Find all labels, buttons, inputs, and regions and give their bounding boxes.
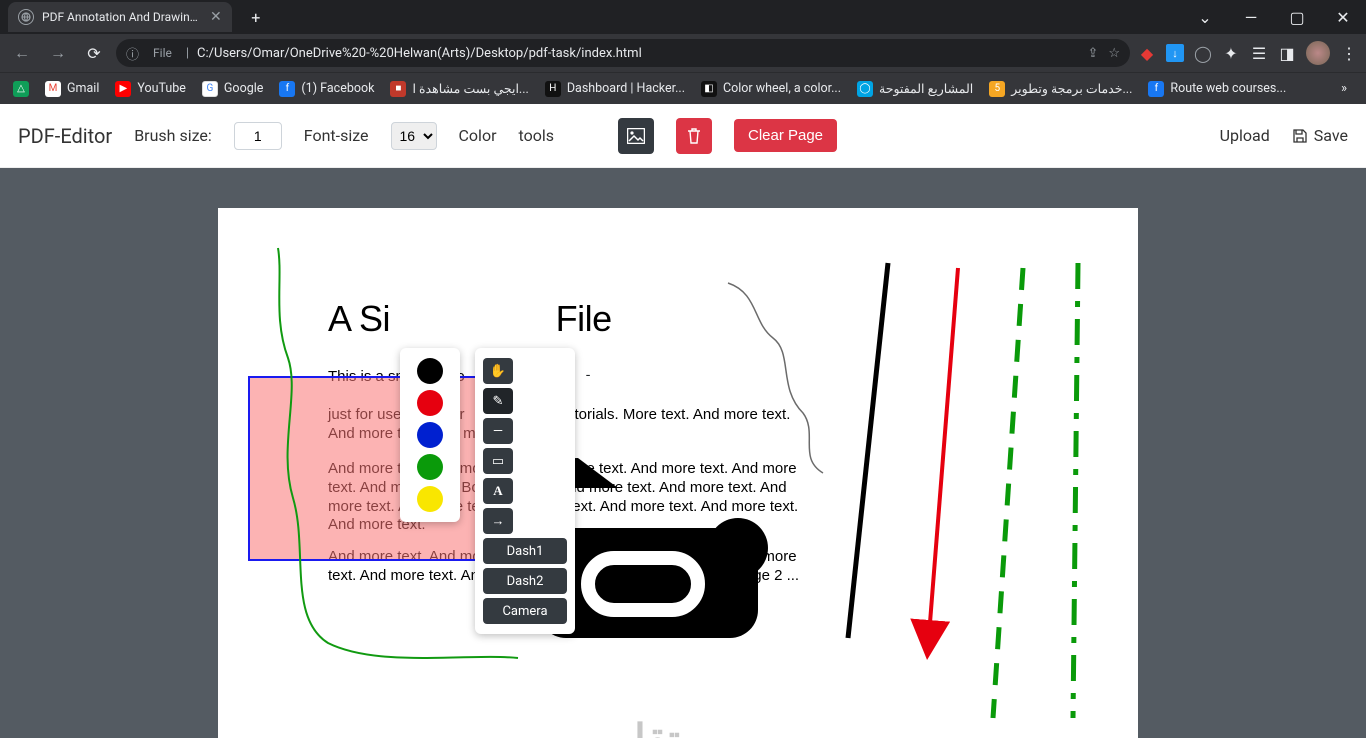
url-path: C:/Users/Omar/OneDrive%20-%20Helwan(Arts… — [197, 46, 642, 61]
reload-icon[interactable]: ⟳ — [80, 39, 108, 67]
canvas-area[interactable]: A Simple PDF File This is a small demo j… — [0, 168, 1366, 738]
ext-icon-2[interactable]: ↓ — [1166, 44, 1184, 62]
tab-title: PDF Annotation And Drawing M — [42, 10, 202, 24]
annotation-dash2[interactable] — [1073, 263, 1078, 718]
facebook-icon: f — [279, 81, 295, 97]
bookmark-item[interactable]: ▶YouTube — [110, 78, 191, 100]
window-minimize[interactable]: — — [1228, 0, 1274, 34]
youtube-icon: ▶ — [115, 81, 131, 97]
camera-tool[interactable]: Camera — [483, 598, 567, 624]
new-tab-button[interactable]: + — [242, 3, 270, 31]
facebook-icon: f — [1148, 81, 1164, 97]
bookmark-item[interactable]: f(1) Facebook — [274, 78, 379, 100]
annotation-dash1[interactable] — [993, 268, 1023, 718]
bookmark-item[interactable]: MGmail — [40, 78, 104, 100]
pencil-tool[interactable]: ✎ — [483, 388, 513, 414]
bookmark-item[interactable]: fRoute web courses... — [1143, 78, 1291, 100]
globe-icon — [18, 9, 34, 25]
url-scheme: File — [147, 45, 178, 61]
color-swatch-yellow[interactable] — [417, 486, 443, 512]
app-toolbar: PDF-Editor Brush size: Font-size 16 Colo… — [0, 104, 1366, 168]
brush-size-label: Brush size: — [134, 126, 212, 145]
extensions-icon[interactable]: ✦ — [1222, 44, 1240, 62]
profile-avatar[interactable] — [1306, 41, 1330, 65]
rect-tool[interactable]: ▭ — [483, 448, 513, 474]
window-maximize[interactable]: ▢ — [1274, 0, 1320, 34]
colorwheel-icon: ◧ — [701, 81, 717, 97]
back-icon[interactable]: ← — [8, 39, 36, 67]
window-close[interactable]: ✕ — [1320, 0, 1366, 34]
drive-icon: △ — [13, 81, 29, 97]
bookmark-item[interactable]: ◧Color wheel, a color... — [696, 78, 846, 100]
upload-button[interactable]: Upload — [1220, 126, 1270, 145]
color-menu[interactable]: Color — [459, 126, 497, 145]
bookmark-item[interactable]: ◯المشاريع المفتوحة — [852, 78, 978, 100]
bookmark-item[interactable]: 5خدمات برمجة وتطوير... — [984, 78, 1137, 100]
arrow-tool[interactable]: → — [483, 508, 513, 534]
ext-icon-3[interactable]: ◯ — [1194, 44, 1212, 62]
image-button[interactable] — [618, 118, 654, 154]
kebab-icon[interactable]: ⋮ — [1340, 44, 1358, 62]
font-size-select[interactable]: 16 — [391, 122, 437, 150]
brush-size-input[interactable] — [234, 122, 282, 150]
hand-tool[interactable]: ✋ — [483, 358, 513, 384]
google-icon: G — [202, 81, 218, 97]
sidepanel-icon[interactable]: ◨ — [1278, 44, 1296, 62]
close-icon[interactable]: ✕ — [210, 9, 222, 25]
color-swatch-green[interactable] — [417, 454, 443, 480]
dash2-tool[interactable]: Dash2 — [483, 568, 567, 594]
annotation-scribble[interactable] — [728, 283, 823, 473]
clear-page-button[interactable]: Clear Page — [734, 119, 837, 152]
text-tool[interactable]: A — [483, 478, 513, 504]
bookmark-item[interactable]: △ — [8, 78, 34, 100]
ext-icon-1[interactable]: ◆ — [1138, 44, 1156, 62]
tools-menu[interactable]: tools — [519, 126, 554, 145]
star-icon[interactable]: ☆ — [1108, 46, 1120, 61]
app-brand: PDF-Editor — [18, 124, 112, 148]
watermark: مستقل mostaql.com — [609, 715, 747, 738]
bookmark-item[interactable]: GGoogle — [197, 78, 268, 100]
gmail-icon: M — [45, 81, 61, 97]
site-icon: ■ — [390, 81, 406, 97]
browser-tab[interactable]: PDF Annotation And Drawing M ✕ — [8, 2, 232, 32]
save-button[interactable]: Save — [1292, 126, 1348, 145]
color-swatch-blue[interactable] — [417, 422, 443, 448]
address-bar[interactable]: ⓘ File | C:/Users/Omar/OneDrive%20-%20He… — [116, 39, 1130, 67]
forward-icon[interactable]: → — [44, 39, 72, 67]
pdf-page[interactable]: A Simple PDF File This is a small demo j… — [218, 208, 1138, 738]
pdf-editor-app: PDF-Editor Brush size: Font-size 16 Colo… — [0, 104, 1366, 738]
window-chevron[interactable]: ⌄ — [1182, 0, 1228, 34]
bookmarks-overflow[interactable]: » — [1330, 81, 1358, 96]
info-icon: ⓘ — [126, 44, 139, 63]
share-icon[interactable]: ⇪ — [1087, 46, 1098, 61]
bookmark-item[interactable]: ■ايجي بست مشاهدة ا... — [385, 78, 533, 100]
dash1-tool[interactable]: Dash1 — [483, 538, 567, 564]
save-icon — [1292, 128, 1308, 144]
annotation-line-black[interactable] — [848, 263, 888, 638]
khamsat-icon: 5 — [989, 81, 1005, 97]
font-size-label: Font-size — [304, 126, 369, 145]
tools-popover: ✋ ✎ — ▭ A → Dash1 Dash2 Camera — [475, 348, 575, 634]
browser-titlebar: PDF Annotation And Drawing M ✕ + ⌄ — ▢ ✕ — [0, 0, 1366, 34]
color-swatch-black[interactable] — [417, 358, 443, 384]
delete-button[interactable] — [676, 118, 712, 154]
line-tool[interactable]: — — [483, 418, 513, 444]
reading-list-icon[interactable]: ☰ — [1250, 44, 1268, 62]
hackerrank-icon: H — [545, 81, 561, 97]
color-palette-popover — [400, 348, 460, 522]
annotation-layer — [218, 208, 1138, 738]
annotation-arrow-red[interactable] — [928, 268, 958, 648]
mostaql-icon: ◯ — [857, 81, 873, 97]
bookmark-item[interactable]: HDashboard | Hacker... — [540, 78, 690, 100]
bookmarks-bar: △ MGmail ▶YouTube GGoogle f(1) Facebook … — [0, 72, 1366, 104]
browser-navbar: ← → ⟳ ⓘ File | C:/Users/Omar/OneDrive%20… — [0, 34, 1366, 72]
color-swatch-red[interactable] — [417, 390, 443, 416]
